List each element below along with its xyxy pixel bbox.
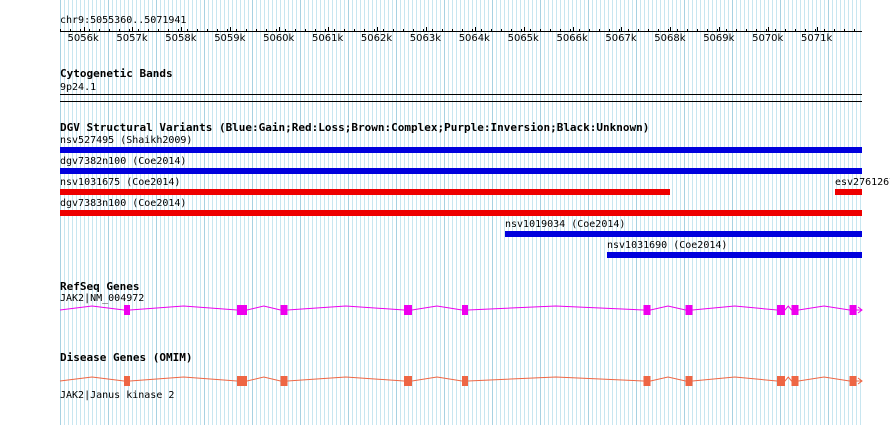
omim-gene-intron-line[interactable] <box>59 376 862 382</box>
refseq-gene-exon[interactable] <box>124 305 130 315</box>
refseq-gene-exon[interactable] <box>791 305 799 315</box>
refseq-gene-exon[interactable] <box>777 305 785 315</box>
gene-models <box>59 305 863 386</box>
omim-gene-exon[interactable] <box>237 376 247 386</box>
refseq-gene-exon[interactable] <box>685 305 693 315</box>
refseq-gene-exon[interactable] <box>643 305 651 315</box>
refseq-gene-exon[interactable] <box>280 305 288 315</box>
refseq-gene-exon[interactable] <box>237 305 247 315</box>
omim-gene-exon[interactable] <box>643 376 651 386</box>
omim-gene-exon[interactable] <box>849 376 857 386</box>
refseq-gene-exon[interactable] <box>849 305 857 315</box>
omim-gene-exon[interactable] <box>685 376 693 386</box>
omim-gene-exon[interactable] <box>462 376 468 386</box>
omim-gene-exon[interactable] <box>124 376 130 386</box>
refseq-gene-exon[interactable] <box>462 305 468 315</box>
omim-gene-exon[interactable] <box>777 376 785 386</box>
omim-gene-exon[interactable] <box>404 376 412 386</box>
omim-gene-exon[interactable] <box>791 376 799 386</box>
refseq-gene-exon[interactable] <box>404 305 412 315</box>
omim-gene-exon[interactable] <box>280 376 288 386</box>
refseq-gene-intron-line[interactable] <box>59 305 862 311</box>
